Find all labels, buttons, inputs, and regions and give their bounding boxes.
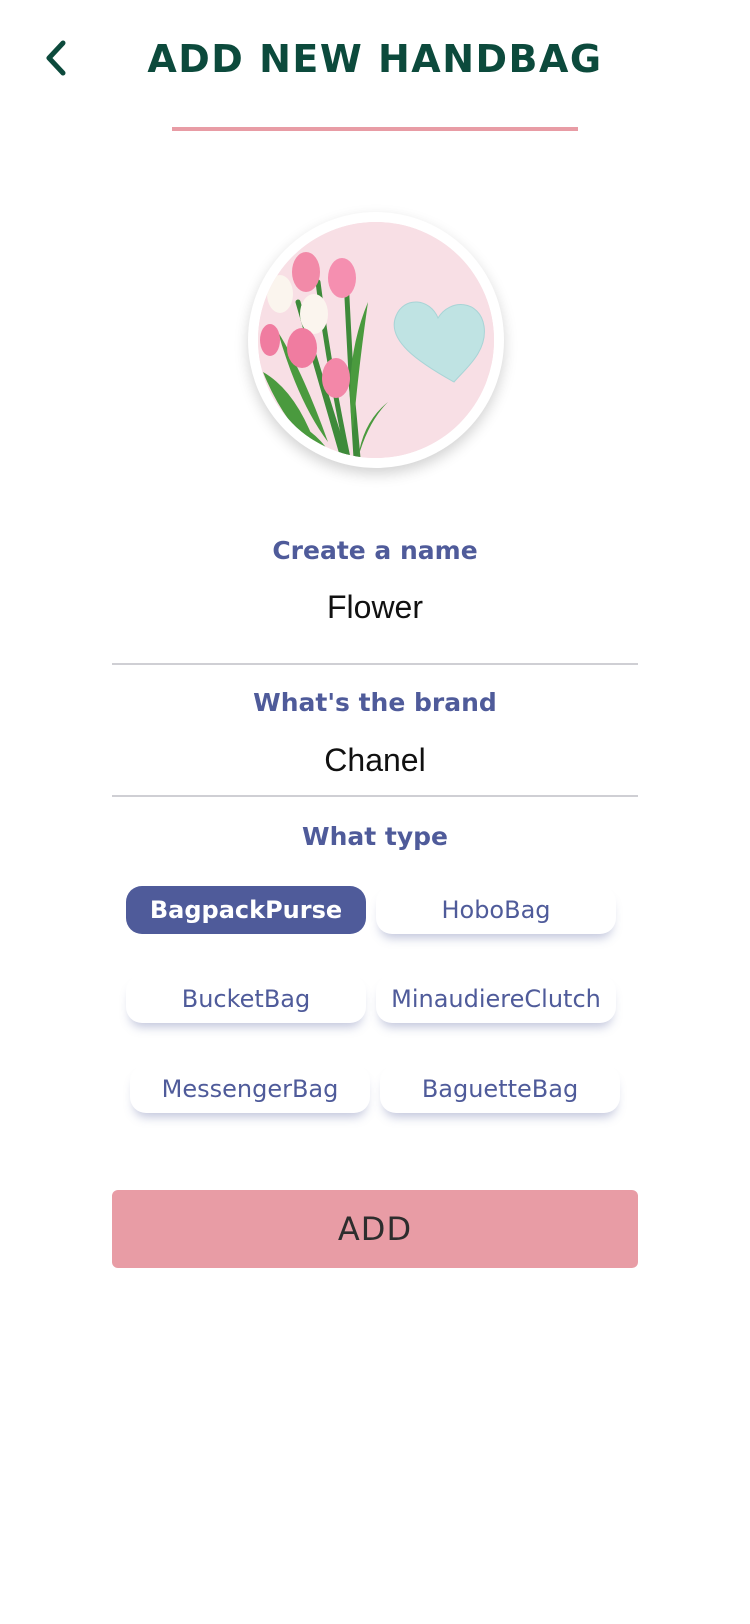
type-chip-minaudiereclutch[interactable]: MinaudiereClutch (376, 975, 616, 1023)
name-input[interactable] (112, 585, 638, 629)
add-handbag-screen: ADD NEW HANDBAG Create a name Flower Wha… (0, 0, 750, 1624)
handbag-photo (258, 222, 494, 458)
type-chip-baguettebag[interactable]: BaguetteBag (380, 1065, 620, 1113)
page-title: ADD NEW HANDBAG (147, 37, 603, 81)
type-label: What type (302, 822, 448, 851)
tulips-heart-image (258, 222, 494, 458)
brand-divider (112, 795, 638, 797)
type-chip-hobobag[interactable]: HoboBag (376, 886, 616, 934)
type-chip-bucketbag[interactable]: BucketBag (126, 975, 366, 1023)
title-underline (172, 127, 578, 131)
handbag-photo-button[interactable] (248, 212, 504, 468)
name-label: Create a name (272, 536, 478, 565)
type-chip-messengerbag[interactable]: MessengerBag (130, 1065, 370, 1113)
add-button[interactable]: ADD (112, 1190, 638, 1268)
name-divider (112, 663, 638, 665)
brand-input[interactable] (112, 738, 638, 782)
brand-label: What's the brand (253, 688, 497, 717)
type-chip-bagpackpurse[interactable]: BagpackPurse (126, 886, 366, 934)
